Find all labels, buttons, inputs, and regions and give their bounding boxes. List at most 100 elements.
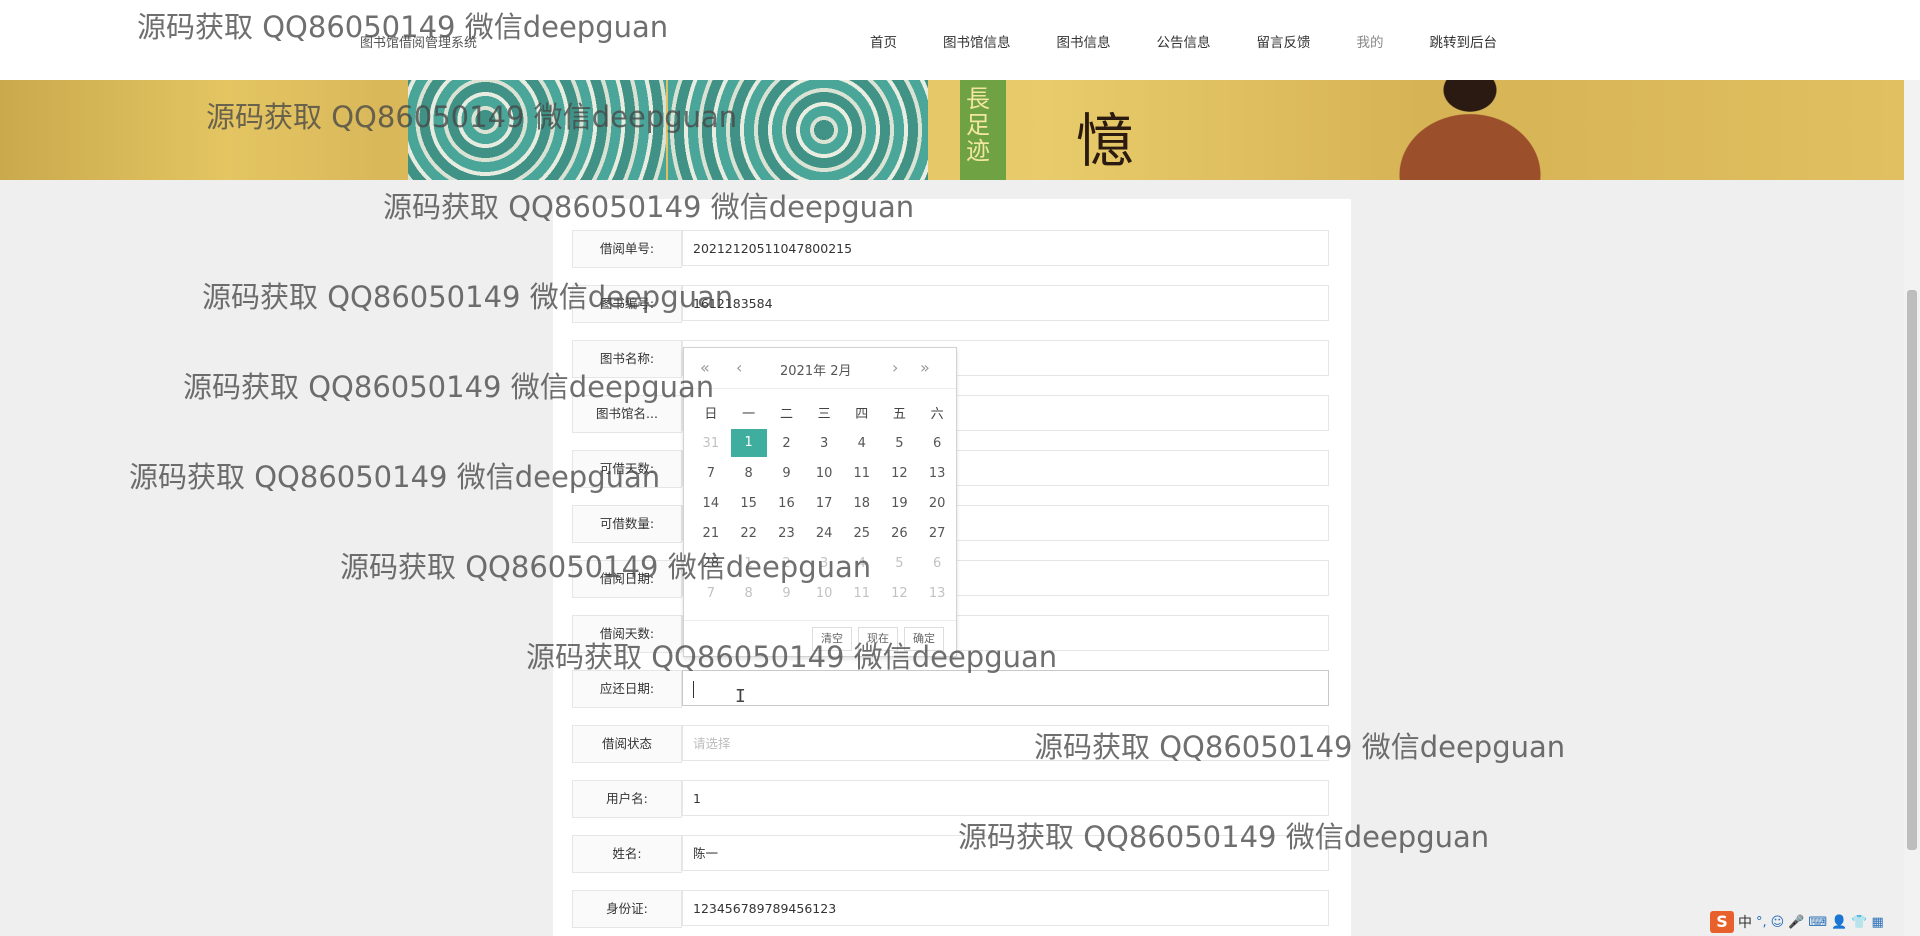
field-label: 借阅天数: xyxy=(572,615,682,653)
calendar-day[interactable]: 31 xyxy=(692,428,730,458)
weekday-label: 四 xyxy=(855,406,869,422)
calendar-day[interactable]: 17 xyxy=(805,488,843,518)
calendar-day[interactable]: 5 xyxy=(881,428,919,458)
borrow-no-input[interactable]: 20212120511047800215 xyxy=(682,230,1329,266)
field-label: 用户名: xyxy=(572,780,682,818)
calendar-day[interactable]: 23 xyxy=(768,518,806,548)
sogou-logo-icon[interactable]: S xyxy=(1710,911,1734,933)
calendar-day[interactable]: 10 xyxy=(805,578,843,608)
calendar-day[interactable]: 4 xyxy=(843,428,881,458)
shirt-icon[interactable]: 👕 xyxy=(1851,915,1867,930)
keyboard-icon[interactable]: ⌨ xyxy=(1808,915,1827,930)
confirm-date-button[interactable]: 确定 xyxy=(904,627,944,651)
date-picker-grid: 日 一 二 三 四 五 六 31 1 2 3 4 5 6 7 8 9 10 11 12 13 14 15 16 1… xyxy=(692,396,956,608)
ime-lang-toggle[interactable]: 中 xyxy=(1738,912,1752,932)
nav-announcements[interactable]: 公告信息 xyxy=(1157,31,1211,51)
weekday-label: 六 xyxy=(930,406,944,422)
calendar-day[interactable]: 7 xyxy=(692,458,730,488)
calendar-day[interactable]: 9 xyxy=(768,578,806,608)
nav-feedback[interactable]: 留言反馈 xyxy=(1257,31,1311,51)
calendar-day[interactable]: 20 xyxy=(918,488,956,518)
calendar-day[interactable]: 3 xyxy=(805,548,843,578)
banner-image: 長足迹 憶 xyxy=(0,80,1904,180)
field-label: 图书馆名... xyxy=(572,395,682,433)
calendar-day[interactable]: 9 xyxy=(768,458,806,488)
nav-library-info[interactable]: 图书馆信息 xyxy=(943,31,1011,51)
prev-year-icon[interactable]: « xyxy=(700,358,710,377)
calendar-day[interactable]: 14 xyxy=(692,488,730,518)
nav-mine[interactable]: 我的 xyxy=(1357,31,1384,51)
prev-month-icon[interactable]: ‹ xyxy=(736,358,742,377)
top-navbar: 图书馆借阅管理系统 首页 图书馆信息 图书信息 公告信息 留言反馈 我的 跳转到… xyxy=(0,0,1920,80)
nav-book-info[interactable]: 图书信息 xyxy=(1057,31,1111,51)
name-input[interactable]: 陈一 xyxy=(682,835,1329,871)
field-label: 姓名: xyxy=(572,835,682,873)
calendar-day[interactable]: 19 xyxy=(881,488,919,518)
grid-icon[interactable]: ▦ xyxy=(1872,915,1884,930)
field-label: 借阅单号: xyxy=(572,230,682,268)
banner-book-cover xyxy=(668,80,928,180)
form-row-id-card: 身份证: 123456789789456123 xyxy=(572,890,1331,928)
main-nav: 首页 图书馆信息 图书信息 公告信息 留言反馈 我的 跳转到后台 xyxy=(870,31,1543,51)
weekday-label: 三 xyxy=(817,406,831,422)
calendar-day[interactable]: 10 xyxy=(805,458,843,488)
scrollbar-thumb[interactable] xyxy=(1907,290,1917,850)
calendar-day[interactable]: 21 xyxy=(692,518,730,548)
text-caret xyxy=(693,681,694,698)
calendar-day[interactable]: 6 xyxy=(918,548,956,578)
calendar-day[interactable]: 8 xyxy=(730,458,768,488)
calendar-day[interactable]: 22 xyxy=(730,518,768,548)
calendar-day[interactable]: 13 xyxy=(918,578,956,608)
now-date-button[interactable]: 现在 xyxy=(858,627,898,651)
next-month-icon[interactable]: › xyxy=(892,358,898,377)
borrow-status-select[interactable]: 请选择 xyxy=(682,725,1329,761)
calendar-day[interactable]: 12 xyxy=(881,458,919,488)
site-title[interactable]: 图书馆借阅管理系统 xyxy=(360,32,477,51)
calendar-day[interactable]: 28 xyxy=(692,548,730,578)
nav-home[interactable]: 首页 xyxy=(870,31,897,51)
id-card-input[interactable]: 123456789789456123 xyxy=(682,890,1329,926)
due-date-input[interactable]: I xyxy=(682,670,1329,707)
form-row-due-date: 应还日期: I xyxy=(572,670,1331,708)
mic-icon[interactable]: 🎤 xyxy=(1788,915,1804,930)
calendar-day[interactable]: 25 xyxy=(843,518,881,548)
calendar-day[interactable]: 24 xyxy=(805,518,843,548)
calendar-day[interactable]: 27 xyxy=(918,518,956,548)
year-month-label[interactable]: 2021年 2月 xyxy=(780,360,852,379)
nav-admin[interactable]: 跳转到后台 xyxy=(1430,31,1498,51)
username-input[interactable]: 1 xyxy=(682,780,1329,816)
field-label: 身份证: xyxy=(572,890,682,928)
banner-book-cover xyxy=(408,80,666,180)
form-row-borrow-status: 借阅状态 请选择 xyxy=(572,725,1331,763)
calendar-day[interactable]: 26 xyxy=(881,518,919,548)
calendar-day[interactable]: 15 xyxy=(730,488,768,518)
selected-day-highlight[interactable]: 1 xyxy=(730,429,767,457)
calendar-day[interactable]: 8 xyxy=(730,578,768,608)
calendar-day[interactable]: 12 xyxy=(881,578,919,608)
user-icon[interactable]: 👤 xyxy=(1831,915,1847,930)
page-scrollbar[interactable] xyxy=(1904,80,1920,936)
calendar-day[interactable]: 3 xyxy=(805,428,843,458)
calendar-day[interactable]: 11 xyxy=(843,578,881,608)
ime-punct-toggle[interactable]: °, xyxy=(1756,915,1767,930)
banner-text: 憶 xyxy=(1076,107,1135,175)
calendar-day[interactable]: 18 xyxy=(843,488,881,518)
clear-date-button[interactable]: 清空 xyxy=(812,627,852,651)
calendar-day[interactable]: 5 xyxy=(881,548,919,578)
calendar-day[interactable]: 1 xyxy=(730,428,768,458)
calendar-day[interactable]: 1 xyxy=(730,548,768,578)
book-no-input[interactable]: 1612183584 xyxy=(682,285,1329,321)
calendar-day[interactable]: 2 xyxy=(768,548,806,578)
calendar-day[interactable]: 2 xyxy=(768,428,806,458)
calendar-day[interactable]: 4 xyxy=(843,548,881,578)
calendar-day[interactable]: 6 xyxy=(918,428,956,458)
calendar-day[interactable]: 7 xyxy=(692,578,730,608)
emoji-icon[interactable]: ☺ xyxy=(1771,915,1785,930)
ime-toolbar[interactable]: S 中 °, ☺ 🎤 ⌨ 👤 👕 ▦ xyxy=(1710,910,1884,934)
field-label: 应还日期: xyxy=(572,670,682,708)
calendar-day[interactable]: 13 xyxy=(918,458,956,488)
calendar-day[interactable]: 11 xyxy=(843,458,881,488)
field-label: 借阅状态 xyxy=(572,725,682,763)
next-year-icon[interactable]: » xyxy=(920,358,930,377)
calendar-day[interactable]: 16 xyxy=(768,488,806,518)
